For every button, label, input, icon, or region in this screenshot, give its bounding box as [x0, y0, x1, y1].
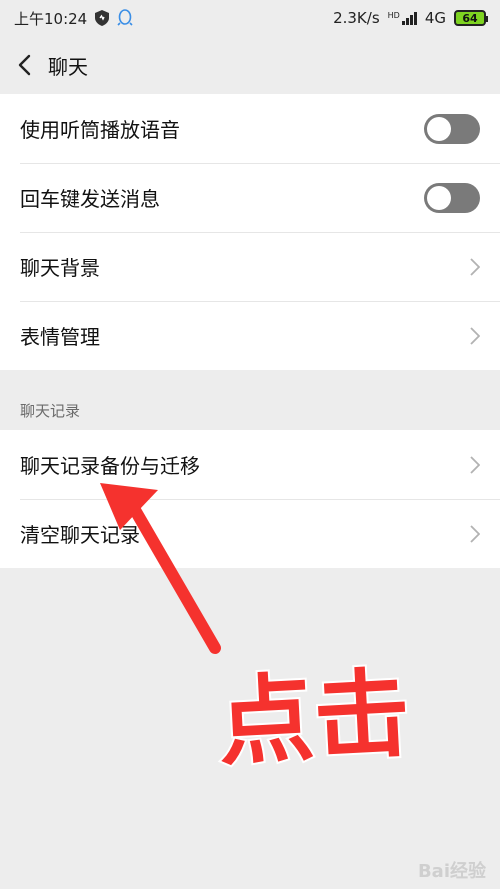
setting-label: 聊天背景: [20, 256, 100, 280]
setting-earpiece-voice[interactable]: 使用听筒播放语音: [0, 94, 500, 163]
qq-icon: [117, 9, 133, 27]
earpiece-toggle[interactable]: [424, 113, 480, 144]
hd-label: HD: [387, 11, 400, 20]
page-title: 聊天: [48, 54, 88, 79]
settings-group-general: 使用听筒播放语音 回车键发送消息 聊天背景 表情管理: [0, 94, 500, 370]
status-right: 2.3K/s HD 4G 64: [333, 9, 488, 27]
chevron-right-icon: [470, 326, 480, 345]
setting-label: 使用听筒播放语音: [20, 118, 180, 142]
battery-level: 64: [462, 11, 478, 25]
signal-icon: HD: [388, 11, 417, 25]
setting-label: 聊天记录备份与迁移: [20, 454, 200, 478]
setting-label: 表情管理: [20, 325, 100, 349]
network-type: 4G: [424, 9, 446, 27]
setting-chat-background[interactable]: 聊天背景: [0, 232, 500, 301]
status-bar: 上午10:24 2.3K/s HD 4G 64: [0, 0, 500, 36]
chevron-right-icon: [470, 524, 480, 543]
settings-group-chat-history: 聊天记录备份与迁移 清空聊天记录: [0, 430, 500, 568]
nav-bar: 聊天: [0, 36, 500, 94]
status-left: 上午10:24: [14, 8, 133, 29]
clock: 上午10:24: [14, 9, 88, 28]
setting-enter-send[interactable]: 回车键发送消息: [0, 163, 500, 232]
shield-icon: [95, 10, 110, 26]
enter-send-toggle[interactable]: [424, 182, 480, 213]
chevron-right-icon: [470, 257, 480, 276]
setting-label: 清空聊天记录: [20, 523, 140, 547]
annotation-text: 点击: [215, 657, 413, 779]
back-icon[interactable]: [0, 36, 48, 94]
setting-clear-history[interactable]: 清空聊天记录: [0, 499, 500, 568]
chevron-right-icon: [470, 455, 480, 474]
setting-label: 回车键发送消息: [20, 187, 160, 211]
section-header-chat-history: 聊天记录: [20, 402, 81, 420]
network-speed: 2.3K/s: [333, 9, 380, 27]
setting-sticker-management[interactable]: 表情管理: [0, 301, 500, 370]
setting-backup-migrate[interactable]: 聊天记录备份与迁移: [0, 430, 500, 499]
battery-icon: 64: [454, 10, 488, 26]
watermark-logo: Bai经验: [417, 861, 486, 882]
